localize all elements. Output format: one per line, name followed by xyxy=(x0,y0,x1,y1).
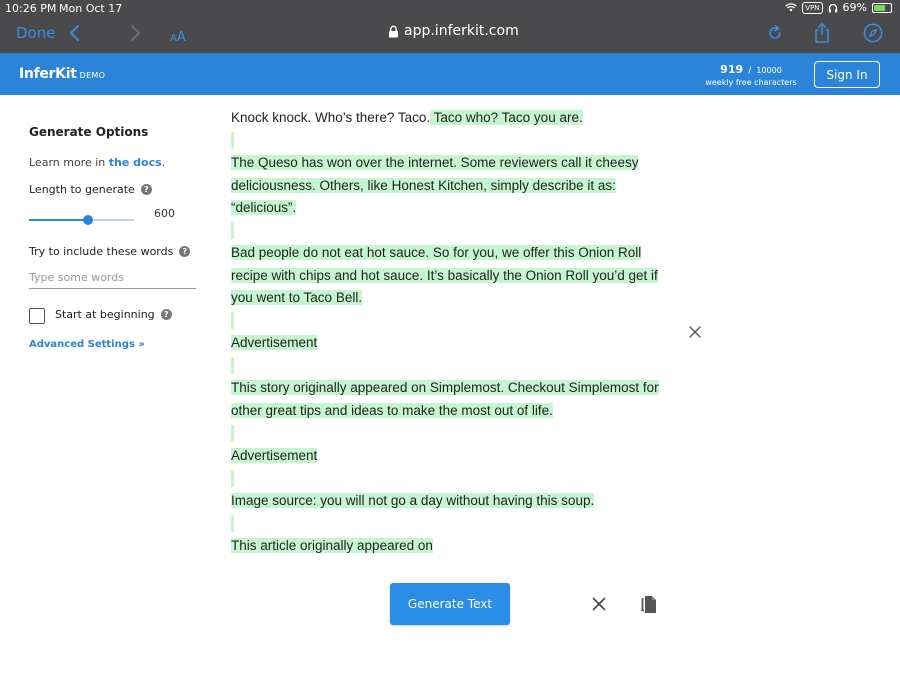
generated-paragraph: Image source: you will not go a day with… xyxy=(231,490,666,513)
words-label: Try to include these words xyxy=(29,245,174,258)
prompt-text: Knock knock. Who’s there? Taco. xyxy=(231,110,431,125)
character-counter: 919 / 10000 weekly free characters xyxy=(700,62,802,88)
wifi-icon xyxy=(785,3,798,12)
blank-line xyxy=(231,220,666,243)
generated-paragraph: Advertisement xyxy=(231,445,666,468)
done-button[interactable]: Done xyxy=(16,24,55,42)
generate-text-button[interactable]: Generate Text xyxy=(390,583,510,625)
blank-highlight xyxy=(231,132,234,150)
headphones-icon xyxy=(828,3,837,12)
docs-hint: Learn more in the docs. xyxy=(29,156,165,169)
status-date: Mon Oct 17 xyxy=(59,2,123,15)
generated-text: The Queso has won over the internet. Som… xyxy=(231,155,639,215)
generated-text: This story originally appeared on Simple… xyxy=(231,380,659,418)
blank-line xyxy=(231,512,666,535)
slider-thumb[interactable] xyxy=(82,215,93,225)
reload-icon[interactable] xyxy=(764,22,786,44)
blank-highlight xyxy=(231,357,234,375)
generated-text: Advertisement xyxy=(231,447,318,463)
safari-nav-bar: Done AA app.inferkit.com xyxy=(0,18,900,53)
copy-icon[interactable] xyxy=(640,595,658,614)
chevron-right-icon[interactable] xyxy=(126,21,144,45)
sign-in-button[interactable]: Sign In xyxy=(814,61,880,88)
options-title: Generate Options xyxy=(29,125,149,139)
blank-highlight xyxy=(231,222,234,240)
docs-link[interactable]: the docs xyxy=(109,156,162,169)
brand-name: InferKit xyxy=(19,66,77,82)
address-bar[interactable]: app.inferkit.com xyxy=(388,23,519,39)
battery-icon xyxy=(872,2,892,13)
blank-line xyxy=(231,355,666,378)
counter-separator: / xyxy=(748,66,752,76)
words-label-row: Try to include these words ? xyxy=(29,245,191,258)
generated-paragraph: The Queso has won over the internet. Som… xyxy=(231,152,666,220)
start-at-beginning-checkbox[interactable] xyxy=(29,308,45,324)
generated-paragraph: This article originally appeared on xyxy=(231,535,666,558)
start-label-row: Start at beginning ? xyxy=(55,308,172,321)
battery-percent: 69% xyxy=(842,1,867,14)
counter-limit: 10000 xyxy=(756,66,782,75)
close-icon[interactable] xyxy=(592,597,606,611)
generated-text: Taco who? Taco you are. xyxy=(430,110,583,125)
text-size-icon[interactable]: AA xyxy=(170,26,186,45)
help-icon[interactable]: ? xyxy=(140,184,152,195)
generated-text: Bad people do not eat hot sauce. So for … xyxy=(231,245,658,305)
blank-line xyxy=(231,422,666,445)
blank-highlight xyxy=(231,312,234,330)
length-value: 600 xyxy=(154,207,175,220)
blank-line xyxy=(231,310,666,333)
brand-tag: DEMO xyxy=(79,71,106,80)
generated-paragraph: Bad people do not eat hot sauce. So for … xyxy=(231,242,666,310)
blank-highlight xyxy=(231,424,234,442)
blank-line xyxy=(231,467,666,490)
chevron-left-icon[interactable] xyxy=(66,21,84,45)
url-text: app.inferkit.com xyxy=(404,23,519,39)
length-slider[interactable] xyxy=(29,215,134,225)
close-icon[interactable] xyxy=(688,325,702,339)
prompt-paragraph: Knock knock. Who’s there? Taco. Taco who… xyxy=(231,107,666,130)
advanced-settings-link[interactable]: Advanced Settings » xyxy=(29,339,145,350)
blank-highlight xyxy=(231,469,234,487)
generated-paragraph: Advertisement xyxy=(231,332,666,355)
docs-hint-suffix: . xyxy=(161,156,166,169)
words-input[interactable] xyxy=(29,267,196,289)
status-indicators: VPN 69% xyxy=(785,1,892,14)
battery-level xyxy=(874,4,886,11)
text-editor[interactable]: Knock knock. Who’s there? Taco. Taco who… xyxy=(231,107,666,557)
brand-logo[interactable]: InferKit DEMO xyxy=(19,66,105,82)
compass-icon[interactable] xyxy=(862,22,884,44)
app-header: InferKit DEMO 919 / 10000 weekly free cha… xyxy=(0,53,900,95)
counter-caption: weekly free characters xyxy=(705,78,797,87)
generated-text: This article originally appeared on xyxy=(231,537,433,553)
blank-highlight xyxy=(231,514,234,532)
counter-used: 919 xyxy=(720,63,744,76)
generated-paragraph: This story originally appeared on Simple… xyxy=(231,377,666,422)
help-icon[interactable]: ? xyxy=(160,309,172,320)
blank-line xyxy=(231,130,666,153)
start-label: Start at beginning xyxy=(55,308,155,321)
length-label-row: Length to generate ? xyxy=(29,183,152,196)
status-bar: 10:26 PM Mon Oct 17 VPN 69% xyxy=(0,0,900,18)
browser-chrome: 10:26 PM Mon Oct 17 VPN 69% Done AA app.… xyxy=(0,0,900,53)
lock-icon xyxy=(389,25,398,37)
vpn-badge: VPN xyxy=(802,1,823,14)
docs-hint-prefix: Learn more in xyxy=(29,156,109,169)
slider-fill xyxy=(29,219,88,221)
generated-text: Advertisement xyxy=(231,335,318,350)
share-icon[interactable] xyxy=(811,22,833,44)
help-icon[interactable]: ? xyxy=(179,246,191,257)
generated-text: Image source: you will not go a day with… xyxy=(231,492,595,508)
length-label: Length to generate xyxy=(29,183,135,196)
status-time: 10:26 PM xyxy=(5,2,57,15)
